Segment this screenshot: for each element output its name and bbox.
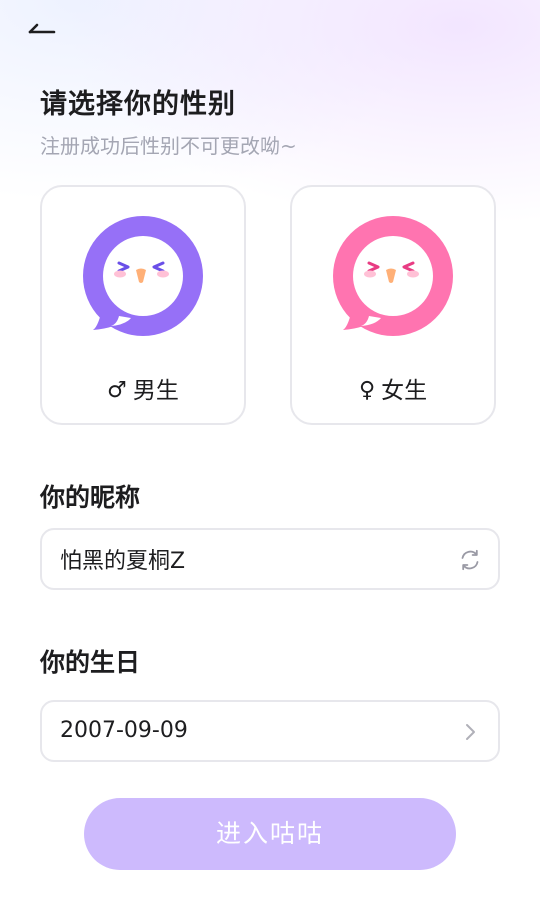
gender-label-text: 女生	[381, 378, 428, 404]
page-title: 请选择你的性别	[40, 89, 236, 120]
gender-option-male[interactable]: ♂ 男生	[40, 185, 246, 425]
gender-label-male: ♂ 男生	[42, 371, 244, 405]
female-symbol-icon: ♀	[358, 378, 376, 403]
birthday-label: 你的生日	[40, 648, 141, 677]
male-avatar	[83, 216, 207, 340]
birthday-value: 2007-09-09	[60, 718, 188, 743]
nickname-input[interactable]	[60, 546, 420, 571]
back-arrow-icon	[28, 23, 56, 34]
female-avatar	[333, 216, 457, 340]
back-button[interactable]	[24, 18, 64, 46]
page-subtitle: 注册成功后性别不可更改呦~	[40, 134, 297, 158]
gender-label-female: ♀ 女生	[292, 371, 494, 405]
refresh-icon[interactable]	[458, 548, 482, 572]
enter-button[interactable]: 进入咕咕	[84, 798, 456, 870]
chevron-right-icon	[464, 721, 478, 743]
gender-label-text: 男生	[132, 378, 179, 404]
male-symbol-icon: ♂	[107, 378, 127, 403]
nickname-label: 你的昵称	[40, 483, 141, 512]
birthday-picker[interactable]: 2007-09-09	[40, 700, 500, 762]
gender-option-female[interactable]: ♀ 女生	[290, 185, 496, 425]
nickname-field	[40, 528, 500, 590]
